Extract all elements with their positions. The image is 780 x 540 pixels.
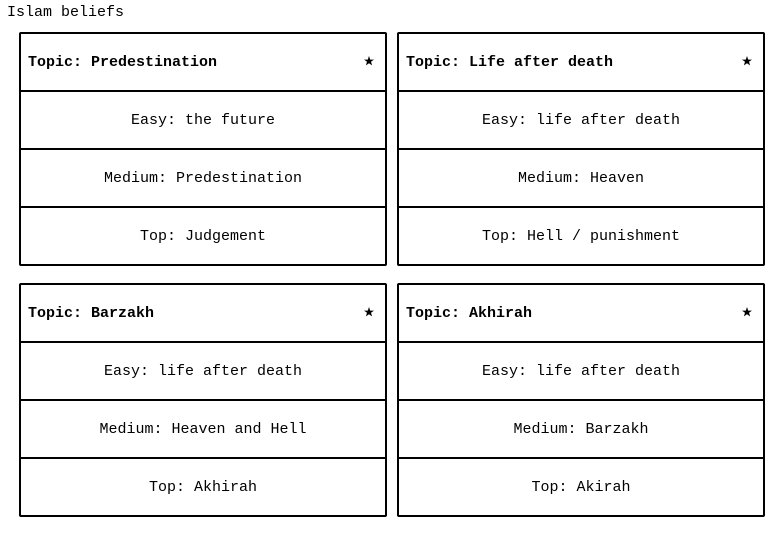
card-header: Topic: Life after death — [399, 34, 763, 90]
top-level: Top: Hell / punishment — [399, 206, 763, 264]
topic-title: Topic: Akhirah — [406, 304, 533, 322]
medium-level: Medium: Barzakh — [399, 399, 763, 457]
card-header: Topic: Barzakh — [21, 285, 385, 341]
top-level: Top: Akhirah — [21, 457, 385, 515]
star-and-crescent-icon — [725, 47, 755, 77]
topic-title: Topic: Barzakh — [28, 304, 155, 322]
medium-level: Medium: Heaven and Hell — [21, 399, 385, 457]
card-header: Topic: Akhirah — [399, 285, 763, 341]
topic-title: Topic: Life after death — [406, 53, 614, 71]
topic-card: Topic: Akhirah Easy: life after death Me… — [397, 283, 765, 517]
star-and-crescent-icon — [347, 298, 377, 328]
medium-level: Medium: Heaven — [399, 148, 763, 206]
easy-level: Easy: life after death — [399, 341, 763, 399]
top-level: Top: Judgement — [21, 206, 385, 264]
topic-card: Topic: Barzakh Easy: life after death Me… — [19, 283, 387, 517]
easy-level: Easy: life after death — [21, 341, 385, 399]
card-header: Topic: Predestination — [21, 34, 385, 90]
medium-level: Medium: Predestination — [21, 148, 385, 206]
easy-level: Easy: life after death — [399, 90, 763, 148]
top-level: Top: Akirah — [399, 457, 763, 515]
page-title: Islam beliefs — [7, 4, 125, 21]
easy-level: Easy: the future — [21, 90, 385, 148]
topic-card: Topic: Life after death Easy: life after… — [397, 32, 765, 266]
star-and-crescent-icon — [725, 298, 755, 328]
topic-card: Topic: Predestination Easy: the future M… — [19, 32, 387, 266]
star-and-crescent-icon — [347, 47, 377, 77]
topic-title: Topic: Predestination — [28, 53, 218, 71]
